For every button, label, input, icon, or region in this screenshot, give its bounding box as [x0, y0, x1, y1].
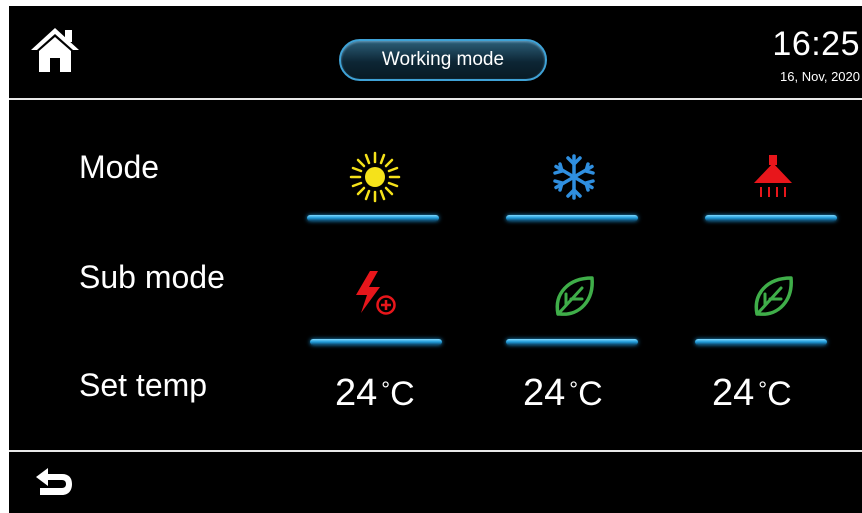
set-temp-heating[interactable]: 24 °C	[335, 370, 415, 414]
eco-leaf-icon	[754, 276, 793, 316]
sun-heating-icon	[349, 151, 401, 203]
temp-unit: C	[578, 375, 603, 413]
submode-eco-button-2[interactable]	[544, 266, 604, 326]
footer-divider	[9, 450, 862, 452]
set-temp-cooling[interactable]: 24 °C	[523, 370, 603, 414]
header-divider	[9, 98, 862, 100]
temp-value: 24	[335, 372, 378, 414]
page-title: Working mode	[381, 49, 505, 70]
screen: Working mode 16:25 16, Nov, 2020 Mode Su…	[9, 6, 862, 513]
mode-hot-water-indicator	[705, 215, 837, 221]
home-icon	[31, 28, 79, 72]
mode-cooling-indicator	[506, 215, 638, 221]
mode-label: Mode	[79, 149, 160, 185]
set-temp-hot-water[interactable]: 24 °C	[712, 370, 792, 414]
boost-lightning-icon	[356, 271, 396, 315]
mode-hot-water-button[interactable]	[743, 147, 803, 207]
degree-symbol: °	[758, 377, 768, 402]
submode-eco-indicator-2	[506, 339, 638, 345]
eco-leaf-icon	[555, 276, 594, 316]
temp-value: 24	[523, 372, 566, 414]
clock-date: 16, Nov, 2020	[780, 69, 860, 84]
degree-symbol: °	[569, 377, 579, 402]
mode-cooling-button[interactable]	[544, 147, 604, 207]
submode-label: Sub mode	[79, 259, 225, 295]
snowflake-cooling-icon	[553, 154, 595, 200]
temp-value: 24	[712, 372, 755, 414]
clock-time: 16:25	[772, 25, 860, 63]
degree-symbol: °	[381, 377, 391, 402]
shower-hot-water-icon	[754, 155, 792, 197]
working-mode-title-button[interactable]: Working mode	[339, 39, 547, 81]
home-button[interactable]	[29, 24, 81, 76]
submode-boost-indicator	[310, 339, 442, 345]
submode-eco-button-3[interactable]	[743, 266, 803, 326]
mode-heating-button[interactable]	[345, 147, 405, 207]
temp-unit: C	[390, 375, 415, 413]
back-arrow-icon	[36, 468, 72, 495]
back-button[interactable]	[34, 464, 74, 498]
submode-boost-button[interactable]	[345, 264, 405, 324]
temp-unit: C	[767, 375, 792, 413]
settemp-label: Set temp	[79, 367, 208, 403]
mode-heating-indicator	[307, 215, 439, 221]
submode-eco-indicator-3	[695, 339, 827, 345]
